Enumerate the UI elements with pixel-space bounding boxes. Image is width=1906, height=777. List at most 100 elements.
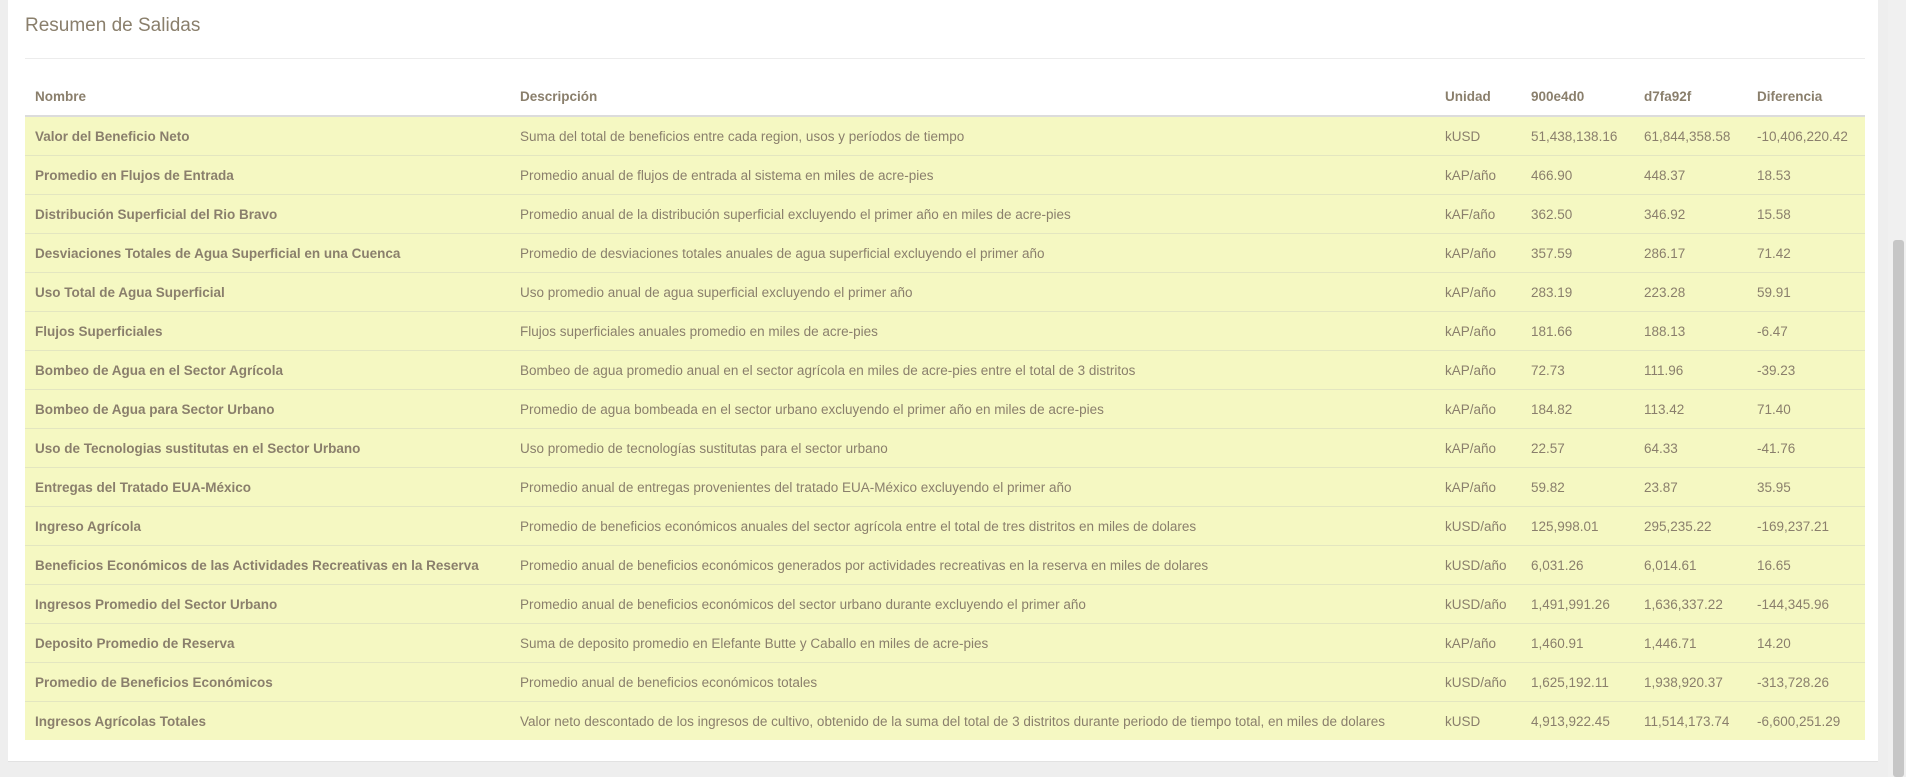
row-run-b: 61,844,358.58 <box>1634 116 1747 156</box>
row-unit: kAP/año <box>1435 467 1521 507</box>
row-name: Valor del Beneficio Neto <box>25 116 510 156</box>
table-row: Deposito Promedio de Reserva Suma de dep… <box>25 623 1865 663</box>
row-name: Ingresos Agrícolas Totales <box>35 713 207 729</box>
row-run-a: 59.82 <box>1521 467 1634 507</box>
page-scrollbar-thumb[interactable] <box>1893 240 1904 777</box>
row-description: Promedio anual de entregas provenientes … <box>510 467 1435 507</box>
table-row: Ingresos Agrícolas Totales Valor neto de… <box>25 701 1865 740</box>
table-row: Bombeo de Agua para Sector Urbano Promed… <box>25 389 1865 429</box>
row-run-a: 51,438,138.16 <box>1521 116 1634 156</box>
row-run-b: 64.33 <box>1634 428 1747 468</box>
row-description: Promedio de beneficios económicos anuale… <box>510 506 1435 546</box>
row-run-a: 72.73 <box>1521 350 1634 390</box>
header-difference[interactable]: Diferencia <box>1747 77 1865 117</box>
row-run-a: 1,491,991.26 <box>1521 584 1634 624</box>
title-divider <box>25 58 1865 59</box>
header-description[interactable]: Descripción <box>510 77 1435 117</box>
header-name[interactable]: Nombre <box>25 77 510 117</box>
row-description: Flujos superficiales anuales promedio en… <box>510 311 1435 351</box>
row-run-a: 362.50 <box>1521 194 1634 234</box>
outputs-summary-table: Nombre Descripción Unidad 900e4d0 d7fa92… <box>25 77 1865 740</box>
row-name: Distribución Superficial del Rio Bravo <box>25 194 510 234</box>
row-difference: -313,728.26 <box>1747 662 1865 702</box>
row-unit: kUSD/año <box>1435 506 1521 546</box>
row-run-a: 283.19 <box>1521 272 1634 312</box>
row-difference: 71.42 <box>1747 233 1865 273</box>
row-unit: kAP/año <box>1435 623 1521 663</box>
row-difference: -6,600,251.29 <box>1757 713 1841 729</box>
row-run-b: 286.17 <box>1634 233 1747 273</box>
row-name: Beneficios Económicos de las Actividades… <box>25 545 510 585</box>
row-description: Promedio anual de beneficios económicos … <box>510 584 1435 624</box>
row-difference: -39.23 <box>1747 350 1865 390</box>
row-unit: kAP/año <box>1435 272 1521 312</box>
row-description: Promedio anual de flujos de entrada al s… <box>510 155 1435 195</box>
row-name: Flujos Superficiales <box>25 311 510 351</box>
row-unit: kUSD <box>1445 713 1481 729</box>
table-row: Desviaciones Totales de Agua Superficial… <box>25 233 1865 273</box>
row-difference: -169,237.21 <box>1747 506 1865 546</box>
row-run-b: 448.37 <box>1634 155 1747 195</box>
row-name: Entregas del Tratado EUA-México <box>25 467 510 507</box>
row-difference: 15.58 <box>1747 194 1865 234</box>
table-row: Distribución Superficial del Rio Bravo P… <box>25 194 1865 234</box>
row-unit: kAP/año <box>1435 311 1521 351</box>
row-description: Uso promedio anual de agua superficial e… <box>510 272 1435 312</box>
table-row: Bombeo de Agua en el Sector Agrícola Bom… <box>25 350 1865 390</box>
row-run-a: 6,031.26 <box>1521 545 1634 585</box>
row-run-a: 4,913,922.45 <box>1531 713 1610 729</box>
header-unit[interactable]: Unidad <box>1435 77 1521 117</box>
header-run-b[interactable]: d7fa92f <box>1634 77 1747 117</box>
row-run-b: 113.42 <box>1634 389 1747 429</box>
row-description: Uso promedio de tecnologías sustitutas p… <box>510 428 1435 468</box>
row-difference: -6.47 <box>1747 311 1865 351</box>
panel-title: Resumen de Salidas <box>25 15 201 36</box>
row-description: Valor neto descontado de los ingresos de… <box>520 713 1386 729</box>
row-name: Ingreso Agrícola <box>25 506 510 546</box>
row-run-a: 466.90 <box>1521 155 1634 195</box>
row-difference: -41.76 <box>1747 428 1865 468</box>
row-run-b: 111.96 <box>1634 350 1747 390</box>
table-row: Ingresos Promedio del Sector Urbano Prom… <box>25 584 1865 624</box>
header-run-a[interactable]: 900e4d0 <box>1521 77 1634 117</box>
row-run-b: 23.87 <box>1634 467 1747 507</box>
row-difference: 18.53 <box>1747 155 1865 195</box>
row-description: Promedio anual de beneficios económicos … <box>510 662 1435 702</box>
row-name: Promedio de Beneficios Económicos <box>25 662 510 702</box>
row-description: Bombeo de agua promedio anual en el sect… <box>510 350 1435 390</box>
row-run-a: 1,460.91 <box>1521 623 1634 663</box>
row-difference: 35.95 <box>1747 467 1865 507</box>
row-run-b: 295,235.22 <box>1634 506 1747 546</box>
row-unit: kUSD <box>1435 116 1521 156</box>
row-run-b: 6,014.61 <box>1634 545 1747 585</box>
row-run-a: 357.59 <box>1521 233 1634 273</box>
row-run-a: 184.82 <box>1521 389 1634 429</box>
row-unit: kAP/año <box>1435 233 1521 273</box>
table-row: Promedio en Flujos de Entrada Promedio a… <box>25 155 1865 195</box>
row-description: Promedio anual de beneficios económicos … <box>510 545 1435 585</box>
table-row: Flujos Superficiales Flujos superficiale… <box>25 311 1865 351</box>
row-run-b: 11,514,173.74 <box>1644 713 1730 729</box>
row-run-b: 188.13 <box>1634 311 1747 351</box>
row-difference: 71.40 <box>1747 389 1865 429</box>
table-row: Valor del Beneficio Neto Suma del total … <box>25 116 1865 156</box>
row-difference: 14.20 <box>1747 623 1865 663</box>
row-unit: kAP/año <box>1435 350 1521 390</box>
row-description: Promedio anual de la distribución superf… <box>510 194 1435 234</box>
row-difference: 59.91 <box>1747 272 1865 312</box>
row-name: Deposito Promedio de Reserva <box>25 623 510 663</box>
table-row: Uso Total de Agua Superficial Uso promed… <box>25 272 1865 312</box>
row-name: Uso de Tecnologias sustitutas en el Sect… <box>25 428 510 468</box>
row-unit: kAP/año <box>1435 389 1521 429</box>
row-name: Bombeo de Agua en el Sector Agrícola <box>25 350 510 390</box>
row-run-a: 22.57 <box>1521 428 1634 468</box>
table-row: Uso de Tecnologias sustitutas en el Sect… <box>25 428 1865 468</box>
row-name: Uso Total de Agua Superficial <box>25 272 510 312</box>
row-unit: kAP/año <box>1435 155 1521 195</box>
row-run-b: 1,636,337.22 <box>1634 584 1747 624</box>
row-unit: kUSD/año <box>1435 584 1521 624</box>
row-run-a: 125,998.01 <box>1521 506 1634 546</box>
row-name: Ingresos Promedio del Sector Urbano <box>25 584 510 624</box>
row-unit: kAF/año <box>1435 194 1521 234</box>
table-row: Ingreso Agrícola Promedio de beneficios … <box>25 506 1865 546</box>
